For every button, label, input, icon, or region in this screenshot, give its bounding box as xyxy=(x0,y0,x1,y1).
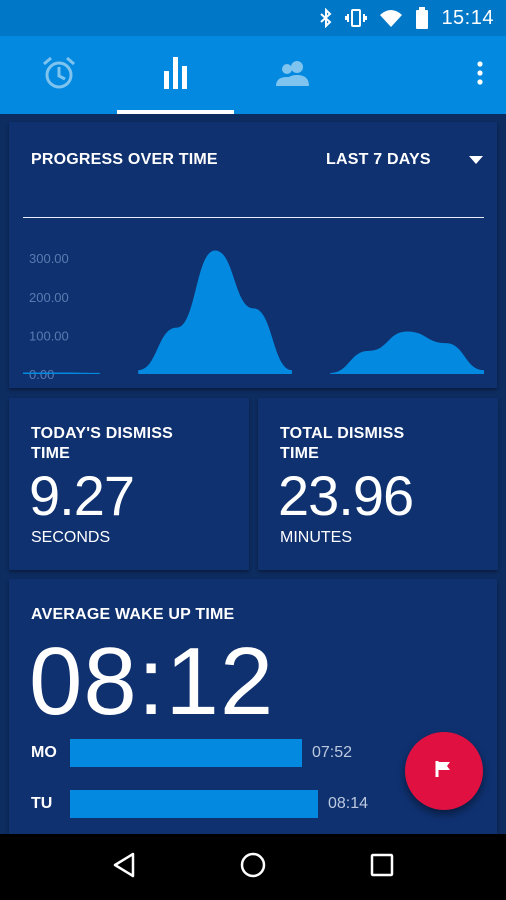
alarm-clock-icon xyxy=(41,55,77,96)
people-icon xyxy=(274,58,312,93)
bar-chart-icon xyxy=(162,55,190,96)
nav-home-button[interactable] xyxy=(228,842,278,892)
y-tick-label: 100.00 xyxy=(29,328,69,343)
progress-card: PROGRESS OVER TIME LAST 7 DAYS 300.00 200… xyxy=(9,122,497,388)
dropdown-arrow-icon xyxy=(468,151,483,169)
wakeup-bar xyxy=(70,739,302,767)
vibrate-icon xyxy=(345,8,368,28)
app-toolbar xyxy=(0,36,506,114)
total-dismiss-value: 23.96 xyxy=(278,464,414,527)
progress-area-segment xyxy=(138,250,292,374)
back-triangle-icon xyxy=(112,852,136,883)
nav-back-button[interactable] xyxy=(99,842,149,892)
wifi-icon xyxy=(379,8,403,28)
todays-dismiss-label: TODAY'S DISMISS TIME xyxy=(31,425,173,462)
status-bar: 15:14 xyxy=(0,0,506,36)
progress-area-segment xyxy=(330,331,484,374)
flag-fab-button[interactable] xyxy=(405,732,483,810)
wakeup-bar xyxy=(70,790,318,818)
y-tick-label: 300.00 xyxy=(29,251,69,266)
status-time: 15:14 xyxy=(441,6,494,29)
more-vert-icon xyxy=(477,60,483,90)
total-dismiss-unit: MINUTES xyxy=(280,529,352,546)
tab-statistics[interactable] xyxy=(117,36,234,114)
recents-square-icon xyxy=(370,853,394,882)
battery-icon xyxy=(415,7,429,29)
average-wakeup-time: 08:12 xyxy=(29,628,275,735)
wakeup-bar-value: 08:14 xyxy=(328,795,369,812)
day-label: MO xyxy=(31,744,57,761)
overflow-menu-button[interactable] xyxy=(468,60,492,90)
statistics-content: PROGRESS OVER TIME LAST 7 DAYS 300.00 200… xyxy=(0,114,506,834)
system-nav-bar xyxy=(0,834,506,900)
bluetooth-icon xyxy=(319,8,333,28)
range-label: LAST 7 DAYS xyxy=(326,151,431,168)
home-circle-icon xyxy=(240,852,266,883)
y-tick-label: 200.00 xyxy=(29,290,69,305)
progress-title: PROGRESS OVER TIME xyxy=(31,151,218,168)
chart-divider xyxy=(23,217,484,218)
range-dropdown[interactable]: LAST 7 DAYS xyxy=(326,150,483,170)
todays-dismiss-value: 9.27 xyxy=(29,464,135,527)
total-dismiss-card: TOTAL DISMISS TIME 23.96 MINUTES xyxy=(258,398,498,570)
progress-area-segment xyxy=(23,372,100,374)
todays-dismiss-unit: SECONDS xyxy=(31,529,111,546)
progress-chart: 300.00 200.00 100.00 0.00 xyxy=(23,250,484,382)
nav-recents-button[interactable] xyxy=(357,842,407,892)
flag-icon xyxy=(434,759,454,784)
tab-alarms[interactable] xyxy=(0,36,117,114)
todays-dismiss-card: TODAY'S DISMISS TIME 9.27 SECONDS xyxy=(9,398,249,570)
wakeup-bar-value: 07:52 xyxy=(312,744,353,761)
tab-contacts[interactable] xyxy=(234,36,351,114)
y-tick-label: 0.00 xyxy=(29,367,54,382)
average-wakeup-label: AVERAGE WAKE UP TIME xyxy=(31,606,235,623)
day-label: TU xyxy=(31,795,53,812)
total-dismiss-label: TOTAL DISMISS TIME xyxy=(280,425,405,462)
